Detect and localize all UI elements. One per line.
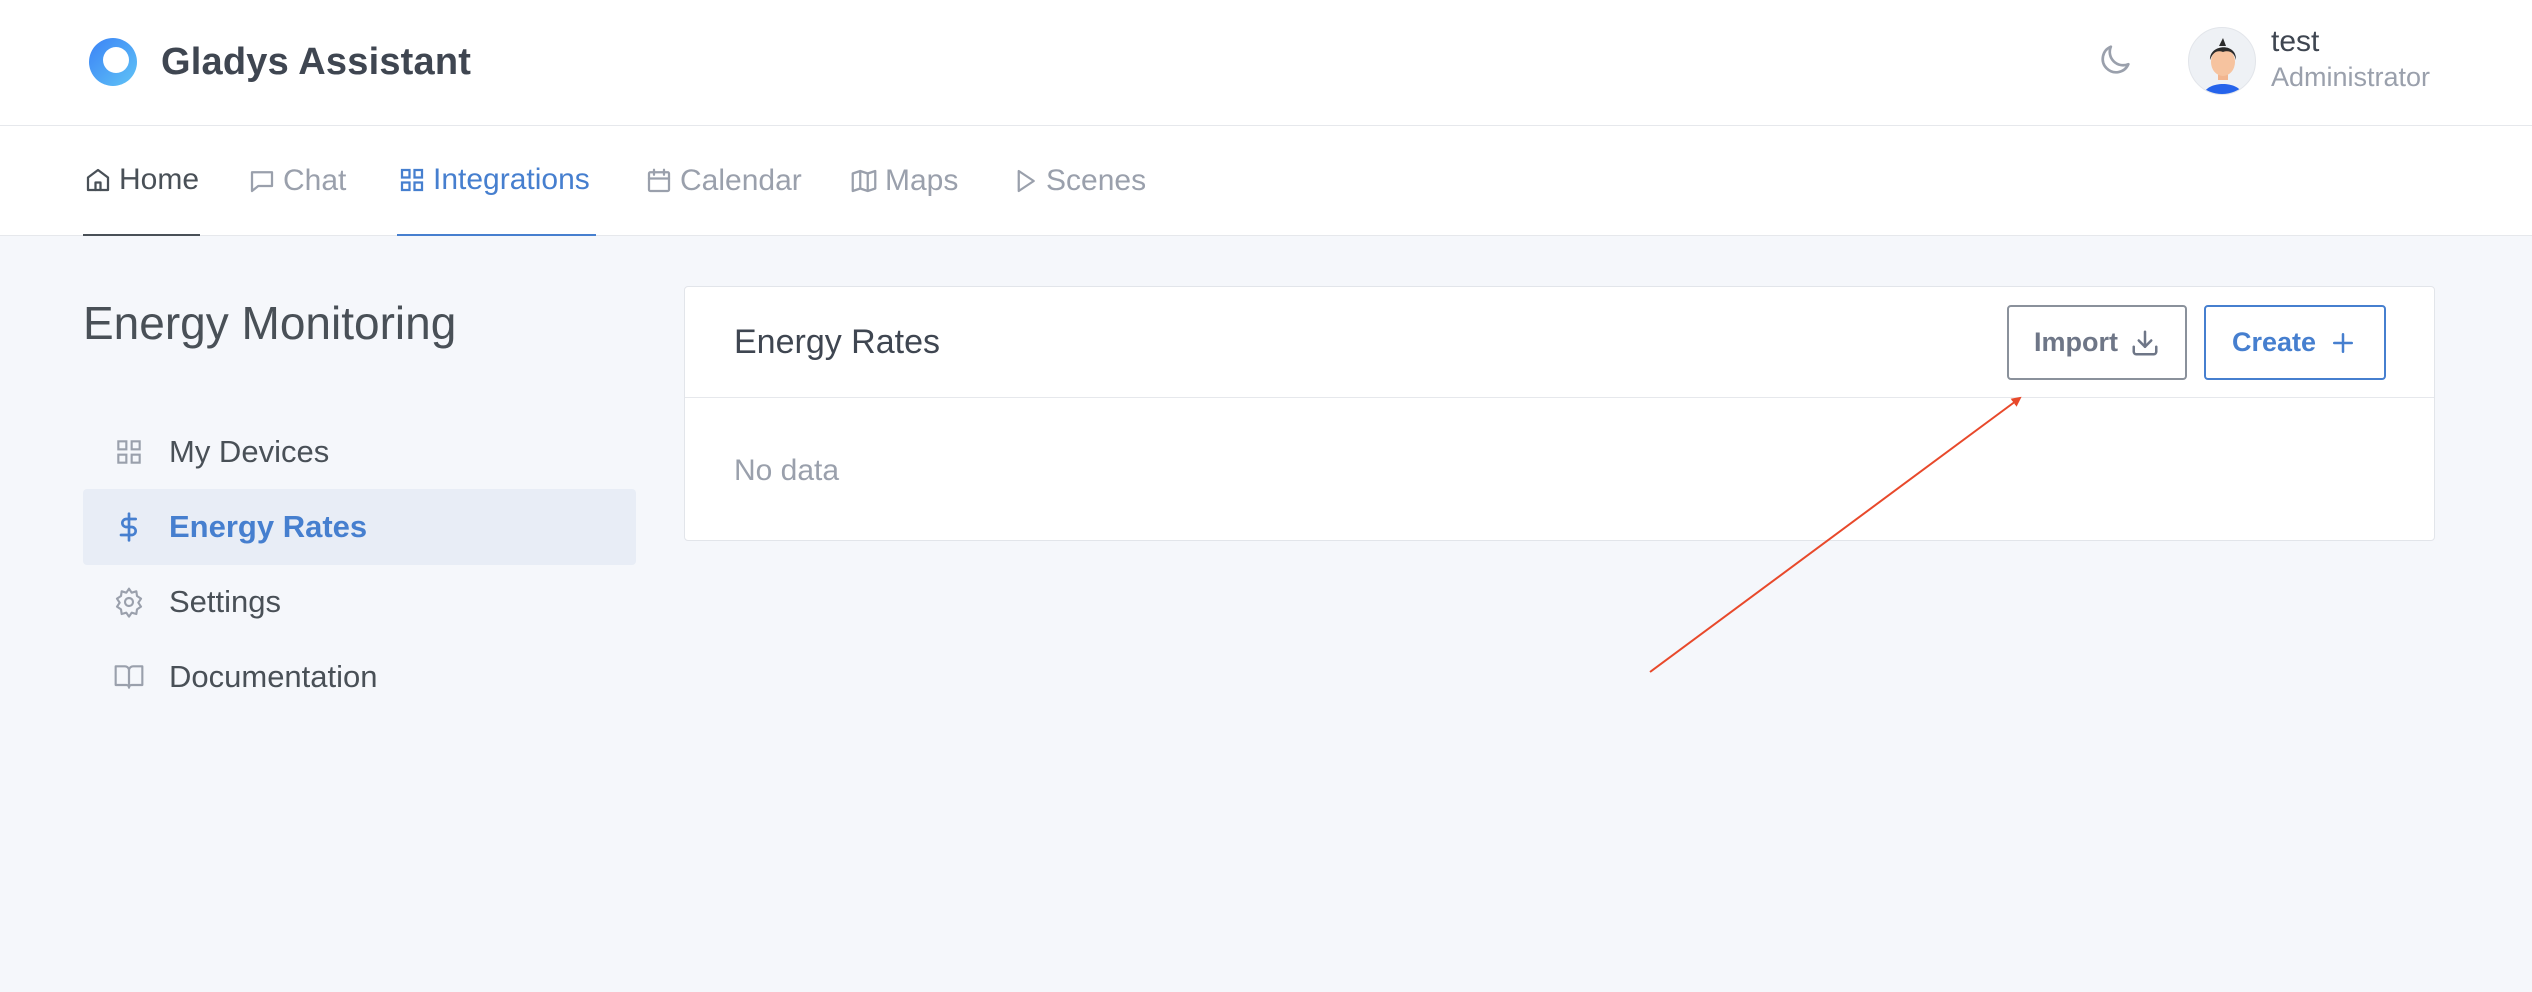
plus-icon: [2333, 332, 2354, 353]
grid-icon: [400, 168, 424, 192]
nav-home[interactable]: Home: [83, 126, 200, 236]
play-icon: [1017, 169, 1035, 193]
nav-scenes[interactable]: Scenes: [1010, 126, 1146, 236]
nav-integrations[interactable]: Integrations: [397, 126, 596, 236]
sidebar-item-label: Energy Rates: [169, 509, 368, 544]
import-button[interactable]: Import: [2007, 305, 2187, 380]
brand[interactable]: Gladys Assistant: [83, 32, 471, 92]
nav-chat-label: Chat: [283, 164, 347, 197]
energy-rates-card: Energy Rates Import Create No data: [684, 286, 2435, 541]
card-header: Energy Rates Import Create: [685, 287, 2434, 398]
user-name[interactable]: test: [2271, 25, 2319, 59]
user-role: Administrator: [2271, 62, 2431, 92]
moon-icon[interactable]: [2095, 40, 2135, 80]
app-title: Gladys Assistant: [161, 40, 472, 83]
nav-maps[interactable]: Maps: [849, 126, 958, 236]
user-avatar-icon: [2203, 38, 2243, 94]
book-icon: [114, 665, 144, 689]
main-nav: Home Chat Integrations Calendar Maps Sce…: [0, 126, 2532, 236]
sidebar-item-energy-rates[interactable]: Energy Rates: [83, 489, 636, 565]
sidebar-item-documentation[interactable]: Documentation: [83, 639, 636, 715]
avatar[interactable]: [2188, 27, 2256, 95]
import-button-label: Import: [2034, 327, 2118, 357]
create-button-label: Create: [2231, 327, 2317, 357]
nav-integrations-label: Integrations: [433, 163, 590, 196]
sidebar-item-settings[interactable]: Settings: [83, 564, 636, 640]
map-icon: [851, 169, 877, 193]
empty-state-text: No data: [734, 454, 840, 487]
nav-chat[interactable]: Chat: [247, 126, 346, 236]
dollar-icon: [119, 512, 137, 542]
nav-home-label: Home: [119, 163, 200, 196]
top-header: Gladys Assistant test Administrator: [0, 0, 2532, 126]
page-title: Energy Monitoring: [83, 297, 457, 349]
nav-calendar-label: Calendar: [680, 164, 802, 197]
sidebar-item-label: Settings: [169, 584, 282, 619]
grid-icon: [117, 440, 141, 464]
sidebar-item-my-devices[interactable]: My Devices: [83, 414, 636, 490]
create-button[interactable]: Create: [2204, 305, 2386, 380]
chat-icon: [250, 171, 274, 193]
nav-maps-label: Maps: [885, 164, 959, 197]
sidebar-item-label: Documentation: [169, 659, 378, 694]
home-icon: [86, 168, 110, 192]
nav-scenes-label: Scenes: [1046, 164, 1147, 197]
download-icon: [2132, 330, 2158, 355]
nav-calendar[interactable]: Calendar: [644, 126, 802, 236]
calendar-icon: [647, 168, 671, 193]
gladys-logo-icon: [89, 38, 137, 86]
sidebar-item-label: My Devices: [169, 434, 330, 469]
gear-icon: [115, 587, 143, 618]
card-title: Energy Rates: [734, 323, 940, 361]
